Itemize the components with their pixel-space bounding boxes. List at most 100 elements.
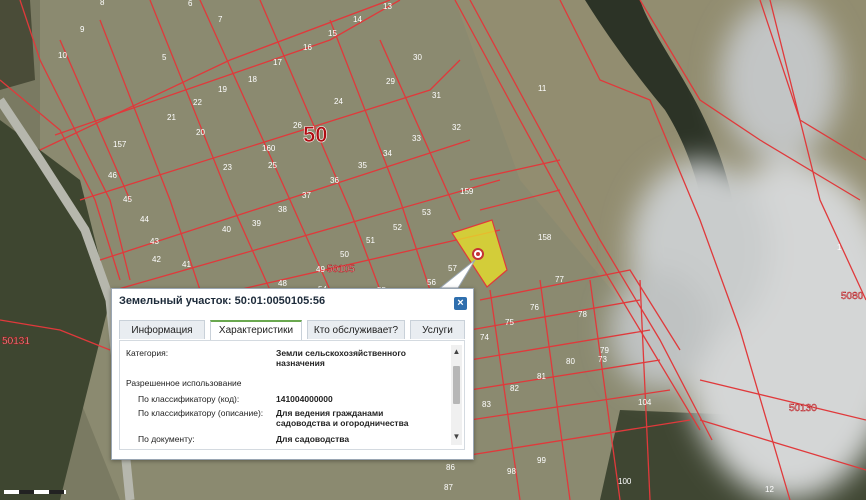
plot-number: 78 [578, 310, 587, 319]
plot-number: 53 [422, 208, 431, 217]
plot-number: 40 [222, 225, 231, 234]
plot-number: 9 [80, 25, 85, 34]
plot-number: 74 [480, 333, 489, 342]
plot-number: 22 [193, 98, 202, 107]
tab-services[interactable]: Услуги [410, 320, 465, 339]
plot-number: 29 [386, 77, 395, 86]
description-value-line1: Для ведения гражданами [276, 408, 384, 418]
plot-number: 24 [334, 97, 343, 106]
plot-number: 23 [223, 163, 232, 172]
description-label: По классификатору (описание): [138, 408, 264, 418]
plot-number: 34 [383, 149, 392, 158]
plot-number: 38 [278, 205, 287, 214]
plot-number: 8 [100, 0, 105, 7]
plot-number: 39 [252, 219, 261, 228]
document-value: Для садоводства [276, 434, 350, 444]
plot-number: 100 [618, 477, 632, 486]
plot-number: 104 [638, 398, 652, 407]
plot-number: 11 [538, 84, 547, 93]
scale-bar [4, 490, 66, 494]
plot-number: 81 [537, 372, 546, 381]
plot-number: 32 [452, 123, 461, 132]
plot-number: 20 [196, 128, 205, 137]
tab-who-serves[interactable]: Кто обслуживает? [307, 320, 405, 339]
plot-number: 86 [446, 463, 455, 472]
plot-number: 52 [393, 223, 402, 232]
plot-number: 18 [248, 75, 257, 84]
plot-number: 5 [162, 53, 167, 62]
parcel-marker-dot [476, 252, 480, 256]
plot-number: 98 [507, 467, 516, 476]
plot-number: 87 [444, 483, 453, 492]
plot-number: 159 [460, 187, 474, 196]
document-label: По документу: [138, 434, 195, 444]
parcel-info-popup: Земельный участок: 50:01:0050105:56 × Ин… [111, 288, 474, 460]
plot-number: 43 [150, 237, 159, 246]
plot-number: 13 [383, 2, 392, 11]
plot-number: 46 [108, 171, 117, 180]
plot-number: 15 [328, 29, 337, 38]
plot-number: 57 [448, 264, 457, 273]
category-value-line1: Земли сельскохозяйственного [276, 348, 406, 358]
plot-number: 73 [598, 355, 607, 364]
tab-characteristics[interactable]: Характеристики [210, 320, 302, 341]
category-value-line2: назначения [276, 358, 325, 368]
plot-number: 17 [273, 58, 282, 67]
plot-number: 44 [140, 215, 149, 224]
plot-number: 50 [340, 250, 349, 259]
plot-number: 36 [330, 176, 339, 185]
plot-number: 12 [765, 485, 774, 494]
plot-number: 56 [427, 278, 436, 287]
plot-number: 75 [505, 318, 514, 327]
plot-number: 21 [167, 113, 176, 122]
plot-number: 35 [358, 161, 367, 170]
plot-number: 77 [555, 275, 564, 284]
plot-number: 99 [537, 456, 546, 465]
plot-number: 82 [510, 384, 519, 393]
close-icon[interactable]: × [454, 297, 467, 310]
plot-number: 51 [366, 236, 375, 245]
forest-patch [0, 0, 35, 90]
plot-number: 48 [278, 279, 287, 288]
plot-number: 79 [600, 346, 609, 355]
plot-number: 37 [302, 191, 311, 200]
category-label: Категория: [126, 348, 169, 358]
plot-number: 31 [432, 91, 441, 100]
plot-number: 45 [123, 195, 132, 204]
plot-number: 76 [530, 303, 539, 312]
block-label-50130: 50130 [789, 403, 817, 414]
plot-number: 19 [218, 85, 227, 94]
code-value: 141004000000 [276, 394, 333, 404]
plot-number: 1 [837, 243, 842, 252]
panel-scrollbar[interactable]: ▲ ▼ [451, 345, 462, 445]
plot-number: 80 [566, 357, 575, 366]
plot-number: 33 [412, 134, 421, 143]
plot-number: 7 [218, 15, 223, 24]
map-big-label: 50 [303, 122, 327, 147]
plot-number: 83 [482, 400, 491, 409]
tab-information[interactable]: Информация [119, 320, 205, 339]
block-label-50131: 50131 [2, 336, 30, 347]
plot-number: 158 [538, 233, 552, 242]
plot-number: 42 [152, 255, 161, 264]
block-label-50105: 50105 [327, 264, 355, 275]
scrollbar-thumb[interactable] [453, 366, 460, 404]
permitted-use-heading: Разрешенное использование [126, 378, 242, 388]
plot-number: 25 [268, 161, 277, 170]
scroll-down-icon[interactable]: ▼ [452, 432, 461, 441]
plot-number: 16 [303, 43, 312, 52]
scroll-up-icon[interactable]: ▲ [452, 347, 461, 356]
plot-number: 160 [262, 144, 276, 153]
characteristics-panel[interactable]: Категория: Земли сельскохозяйственного н… [119, 340, 465, 450]
popup-title: Земельный участок: 50:01:0050105:56 [119, 295, 326, 307]
plot-number: 6 [188, 0, 193, 8]
code-label: По классификатору (код): [138, 394, 240, 404]
plot-number: 26 [293, 121, 302, 130]
plot-number: 49 [316, 265, 325, 274]
popup-tabs: Информация Характеристики Кто обслуживае… [119, 320, 465, 341]
description-value-line2: садоводства и огородничества [276, 418, 409, 428]
plot-number: 157 [113, 140, 127, 149]
plot-number: 14 [353, 15, 362, 24]
block-label-5080: 5080 [841, 291, 864, 302]
plot-number: 41 [182, 260, 191, 269]
